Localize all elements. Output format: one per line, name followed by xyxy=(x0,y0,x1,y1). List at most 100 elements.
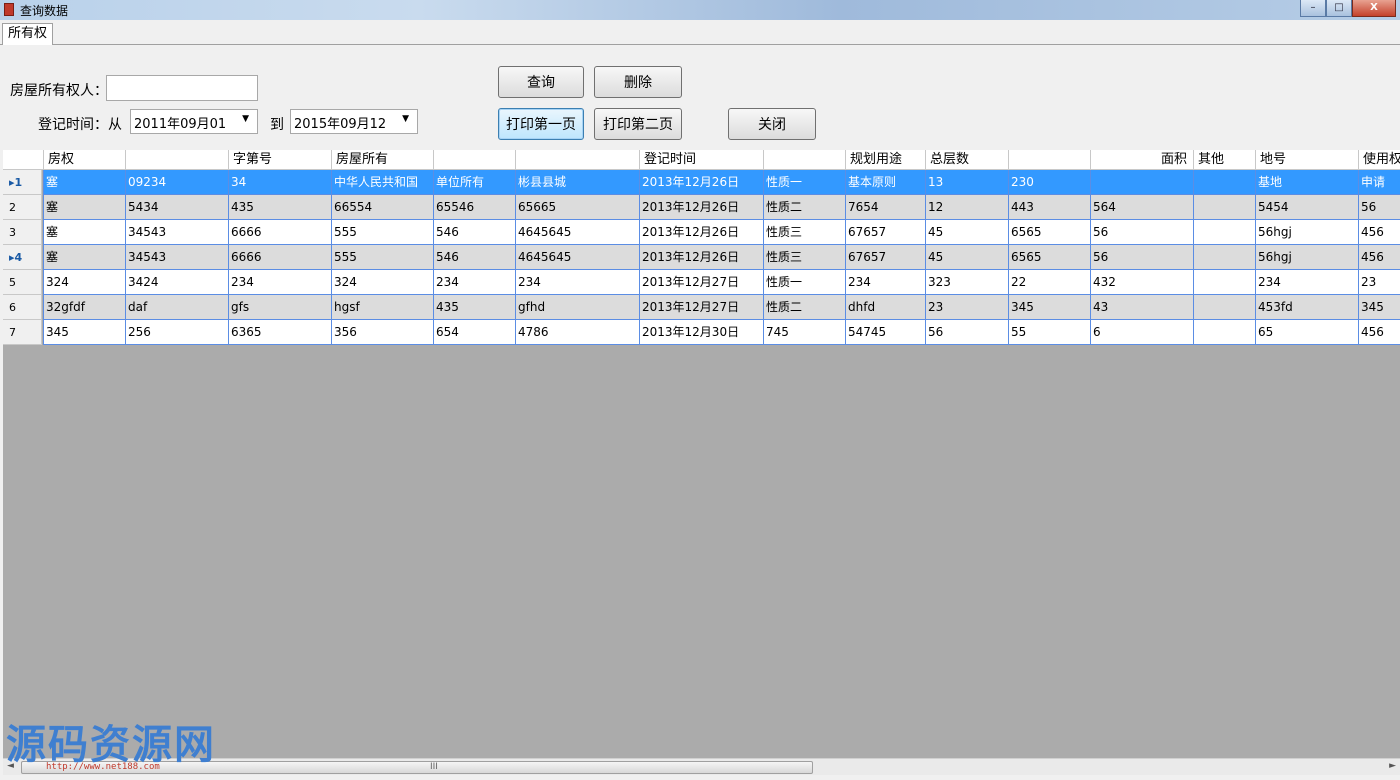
table-cell[interactable]: 456 xyxy=(1358,245,1400,270)
table-cell[interactable]: 7654 xyxy=(845,195,925,220)
row-header[interactable]: 6 xyxy=(3,295,42,320)
table-row[interactable]: 5 324 3424 234 324 234 234 2013年12月27日 性质一 234 323… xyxy=(3,270,1400,295)
table-cell[interactable]: 555 xyxy=(331,220,433,245)
column-header[interactable]: 地号 xyxy=(1255,150,1358,170)
print-first-page-button[interactable]: 打印第一页 xyxy=(498,108,584,140)
table-cell[interactable] xyxy=(1193,270,1255,295)
table-cell[interactable]: 4645645 xyxy=(515,220,639,245)
table-cell[interactable]: 4645645 xyxy=(515,245,639,270)
column-header[interactable] xyxy=(1008,150,1090,170)
table-cell[interactable]: 基地 xyxy=(1255,170,1358,195)
table-cell[interactable]: 230 xyxy=(1008,170,1090,195)
table-cell[interactable]: 453fd xyxy=(1255,295,1358,320)
row-header[interactable]: 7 xyxy=(3,320,42,345)
table-cell[interactable]: 435 xyxy=(228,195,331,220)
row-header[interactable]: ▸1 xyxy=(3,170,42,195)
table-cell[interactable]: 13 xyxy=(925,170,1008,195)
table-cell[interactable]: 234 xyxy=(433,270,515,295)
table-cell[interactable]: daf xyxy=(125,295,228,320)
column-header[interactable] xyxy=(763,150,845,170)
table-cell[interactable] xyxy=(1193,170,1255,195)
column-header[interactable]: 房屋所有 xyxy=(331,150,433,170)
table-cell[interactable]: 09234 xyxy=(125,170,228,195)
table-row[interactable]: 6 32gfdf daf gfs hgsf 435 gfhd 2013年12月27日 性质二 dh… xyxy=(3,295,1400,320)
column-header[interactable]: 面积 xyxy=(1090,150,1193,170)
table-cell[interactable]: 2013年12月27日 xyxy=(639,270,763,295)
table-cell[interactable]: 5434 xyxy=(125,195,228,220)
table-cell[interactable] xyxy=(1193,245,1255,270)
table-cell[interactable]: 456 xyxy=(1358,320,1400,345)
table-cell[interactable]: 32gfdf xyxy=(43,295,125,320)
table-cell[interactable]: 546 xyxy=(433,220,515,245)
table-cell[interactable]: 56 xyxy=(1090,245,1193,270)
table-cell[interactable]: 2013年12月30日 xyxy=(639,320,763,345)
table-cell[interactable]: 中华人民共和国 xyxy=(331,170,433,195)
table-row[interactable]: 7 345 256 6365 356 654 4786 2013年12月30日 745 54745… xyxy=(3,320,1400,345)
table-cell[interactable]: 性质三 xyxy=(763,220,845,245)
table-cell[interactable]: 324 xyxy=(43,270,125,295)
row-header[interactable]: 2 xyxy=(3,195,42,220)
table-cell[interactable]: 塞 xyxy=(43,220,125,245)
table-cell[interactable]: 34543 xyxy=(125,220,228,245)
row-header[interactable]: ▸4 xyxy=(3,245,42,270)
close-button[interactable]: 关闭 xyxy=(728,108,816,140)
table-cell[interactable]: 6565 xyxy=(1008,220,1090,245)
table-cell[interactable]: 22 xyxy=(1008,270,1090,295)
tab-ownership[interactable]: 所有权 xyxy=(2,23,54,45)
chevron-down-icon[interactable]: ▼ xyxy=(402,114,409,124)
table-cell[interactable]: 546 xyxy=(433,245,515,270)
table-cell[interactable]: 345 xyxy=(43,320,125,345)
table-cell[interactable]: 432 xyxy=(1090,270,1193,295)
column-header[interactable] xyxy=(433,150,515,170)
column-header[interactable]: 使用权 xyxy=(1358,150,1400,170)
table-cell[interactable]: 3424 xyxy=(125,270,228,295)
table-cell[interactable]: 56hgj xyxy=(1255,220,1358,245)
print-second-page-button[interactable]: 打印第二页 xyxy=(594,108,682,140)
column-header[interactable]: 总层数 xyxy=(925,150,1008,170)
table-cell[interactable]: 性质一 xyxy=(763,270,845,295)
table-cell[interactable]: 234 xyxy=(515,270,639,295)
table-cell[interactable]: 654 xyxy=(433,320,515,345)
table-cell[interactable]: 356 xyxy=(331,320,433,345)
row-header[interactable]: 3 xyxy=(3,220,42,245)
table-cell[interactable]: 单位所有 xyxy=(433,170,515,195)
date-from-picker[interactable]: 2011年09月01 ▼ xyxy=(130,109,258,134)
table-cell[interactable]: 6 xyxy=(1090,320,1193,345)
table-cell[interactable]: 443 xyxy=(1008,195,1090,220)
table-cell[interactable]: 234 xyxy=(228,270,331,295)
table-cell[interactable]: 345 xyxy=(1358,295,1400,320)
table-cell[interactable]: 564 xyxy=(1090,195,1193,220)
table-row[interactable]: ▸1 塞 09234 34 中华人民共和国 单位所有 彬县县城 2013年12月26日 性质一基… xyxy=(3,170,1400,195)
table-cell[interactable]: 43 xyxy=(1090,295,1193,320)
table-row[interactable]: 3 塞 34543 6666 555 546 4645645 2013年12月26日 性质三 67… xyxy=(3,220,1400,245)
row-header[interactable]: 5 xyxy=(3,270,42,295)
column-header[interactable]: 其他 xyxy=(1193,150,1255,170)
table-cell[interactable]: 745 xyxy=(763,320,845,345)
table-cell[interactable]: 申请 xyxy=(1358,170,1400,195)
table-cell[interactable]: 6565 xyxy=(1008,245,1090,270)
table-cell[interactable]: 塞 xyxy=(43,195,125,220)
data-grid[interactable]: 房权 字第号 房屋所有 登记时间 规划用途 总层数 面积 其他 地号 使用权 ▸1 塞 09234 34… xyxy=(3,150,1400,758)
table-cell[interactable]: 性质二 xyxy=(763,295,845,320)
table-cell[interactable]: 23 xyxy=(1358,270,1400,295)
table-cell[interactable]: 234 xyxy=(845,270,925,295)
table-cell[interactable]: 323 xyxy=(925,270,1008,295)
maximize-button[interactable]: □ xyxy=(1326,0,1352,17)
table-cell[interactable]: 45 xyxy=(925,245,1008,270)
table-cell[interactable] xyxy=(1193,320,1255,345)
table-cell[interactable]: dhfd xyxy=(845,295,925,320)
table-cell[interactable]: 2013年12月26日 xyxy=(639,245,763,270)
table-cell[interactable]: 456 xyxy=(1358,220,1400,245)
table-cell[interactable]: 基本原则 xyxy=(845,170,925,195)
column-header[interactable]: 规划用途 xyxy=(845,150,925,170)
table-cell[interactable]: 2013年12月26日 xyxy=(639,170,763,195)
table-cell[interactable]: 555 xyxy=(331,245,433,270)
column-header[interactable]: 登记时间 xyxy=(639,150,763,170)
table-cell[interactable]: 45 xyxy=(925,220,1008,245)
table-cell[interactable]: 67657 xyxy=(845,245,925,270)
table-cell[interactable]: 2013年12月26日 xyxy=(639,220,763,245)
table-cell[interactable]: 256 xyxy=(125,320,228,345)
table-cell[interactable]: 12 xyxy=(925,195,1008,220)
table-cell[interactable]: 2013年12月26日 xyxy=(639,195,763,220)
table-cell[interactable]: gfs xyxy=(228,295,331,320)
